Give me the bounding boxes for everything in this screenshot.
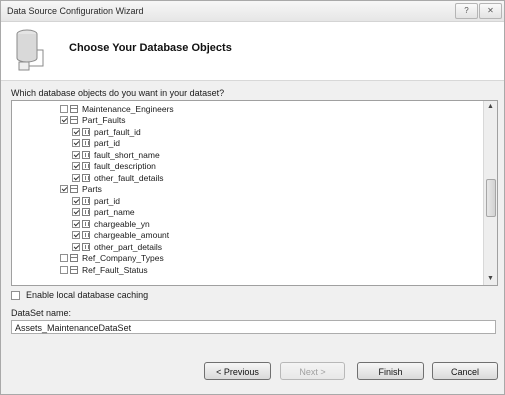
dataset-name-label: DataSet name: [11,308,72,318]
tree-checkbox[interactable] [72,219,80,228]
tree-item-label: chargeable_amount [94,230,170,240]
scroll-up-arrow-icon[interactable]: ▲ [484,101,497,113]
objects-question-label: Which database objects do you want in yo… [11,88,225,98]
window-title: Data Source Configuration Wizard [7,6,144,16]
column-icon [82,127,90,136]
tree-column-row[interactable]: other_fault_details [72,172,163,183]
table-icon [70,185,78,193]
tree-checkbox[interactable] [60,104,68,113]
title-bar: Data Source Configuration Wizard ? ✕ [1,1,504,22]
next-button[interactable]: Next > [280,362,345,380]
column-icon [82,150,90,159]
tree-checkbox[interactable] [72,173,80,182]
tree-item-label: part_id [94,195,120,206]
table-icon [70,254,78,262]
tree-checkbox[interactable] [60,116,68,124]
tree-item-label: part_name [94,207,135,217]
tree-table-row[interactable]: Ref_Company_Types [60,253,164,264]
tree-checkbox[interactable] [72,208,80,216]
tree-checkbox[interactable] [60,185,68,193]
tree-checkbox[interactable] [72,196,80,205]
tree-column-row[interactable]: part_id [72,138,120,149]
tree-checkbox[interactable] [72,231,80,239]
tree-column-row[interactable]: chargeable_yn [72,218,150,229]
tree-item-label: Part_Faults [82,115,126,125]
page-title: Choose Your Database Objects [69,42,232,54]
column-icon [82,231,90,239]
column-icon [82,242,90,251]
enable-caching-option[interactable]: Enable local database caching [11,290,148,300]
wizard-header: Choose Your Database Objects [1,22,504,81]
tree-checkbox[interactable] [60,254,68,262]
tree-item-label: Parts [82,184,102,194]
finish-button[interactable]: Finish [357,362,424,380]
tree-item-label: part_id [94,138,120,148]
cancel-button[interactable]: Cancel [432,362,498,380]
tree-column-row[interactable]: part_fault_id [72,126,141,137]
tree-checkbox[interactable] [72,127,80,136]
column-icon [82,139,90,147]
tree-checkbox[interactable] [60,265,68,274]
previous-button[interactable]: < Previous [204,362,271,380]
table-icon [70,104,78,113]
dataset-name-input[interactable]: Assets_MaintenanceDataSet [11,320,496,334]
enable-caching-label: Enable local database caching [26,290,149,300]
tree-item-label: Ref_Fault_Status [82,264,148,275]
tree-column-row[interactable]: part_name [72,207,135,218]
tree-item-label: part_fault_id [94,126,141,137]
column-icon [82,208,90,216]
tree-column-row[interactable]: part_id [72,195,120,206]
tree-column-row[interactable]: other_part_details [72,241,162,252]
tree-column-row[interactable]: fault_description [72,161,156,172]
tree-item-label: fault_description [94,161,156,171]
tree-scrollbar[interactable]: ▲ ▼ [483,101,497,285]
tree-column-row[interactable]: fault_short_name [72,149,160,160]
close-button[interactable]: ✕ [479,3,502,19]
table-icon [70,116,78,124]
tree-table-row[interactable]: Part_Faults [60,115,125,126]
tree-item-label: Ref_Company_Types [82,253,164,263]
column-icon [82,173,90,182]
tree-column-row[interactable]: chargeable_amount [72,230,169,241]
scrollbar-thumb[interactable] [486,179,496,217]
tree-table-row[interactable]: Ref_Fault_Status [60,264,148,275]
tree-checkbox[interactable] [72,242,80,251]
database-objects-tree[interactable]: Maintenance_Engineers Part_Faults part_fau… [11,100,498,286]
tree-table-row[interactable]: Parts [60,184,102,195]
tree-table-row[interactable]: Maintenance_Engineers [60,103,174,114]
tree-item-label: other_part_details [94,241,163,252]
scroll-down-arrow-icon[interactable]: ▼ [484,273,497,285]
tree-item-label: fault_short_name [94,149,160,160]
column-icon [82,162,90,170]
wizard-window: Data Source Configuration Wizard ? ✕ Cho… [0,0,505,395]
tree-checkbox[interactable] [72,150,80,159]
help-button[interactable]: ? [455,3,478,19]
tree-item-label: Maintenance_Engineers [82,103,174,114]
tree-checkbox[interactable] [72,139,80,147]
column-icon [82,196,90,205]
tree-item-label: other_fault_details [94,172,164,183]
enable-caching-checkbox[interactable] [11,290,20,300]
tree-item-label: chargeable_yn [94,218,150,229]
database-icon [16,29,44,71]
table-icon [70,265,78,274]
tree-checkbox[interactable] [72,162,80,170]
column-icon [82,219,90,228]
